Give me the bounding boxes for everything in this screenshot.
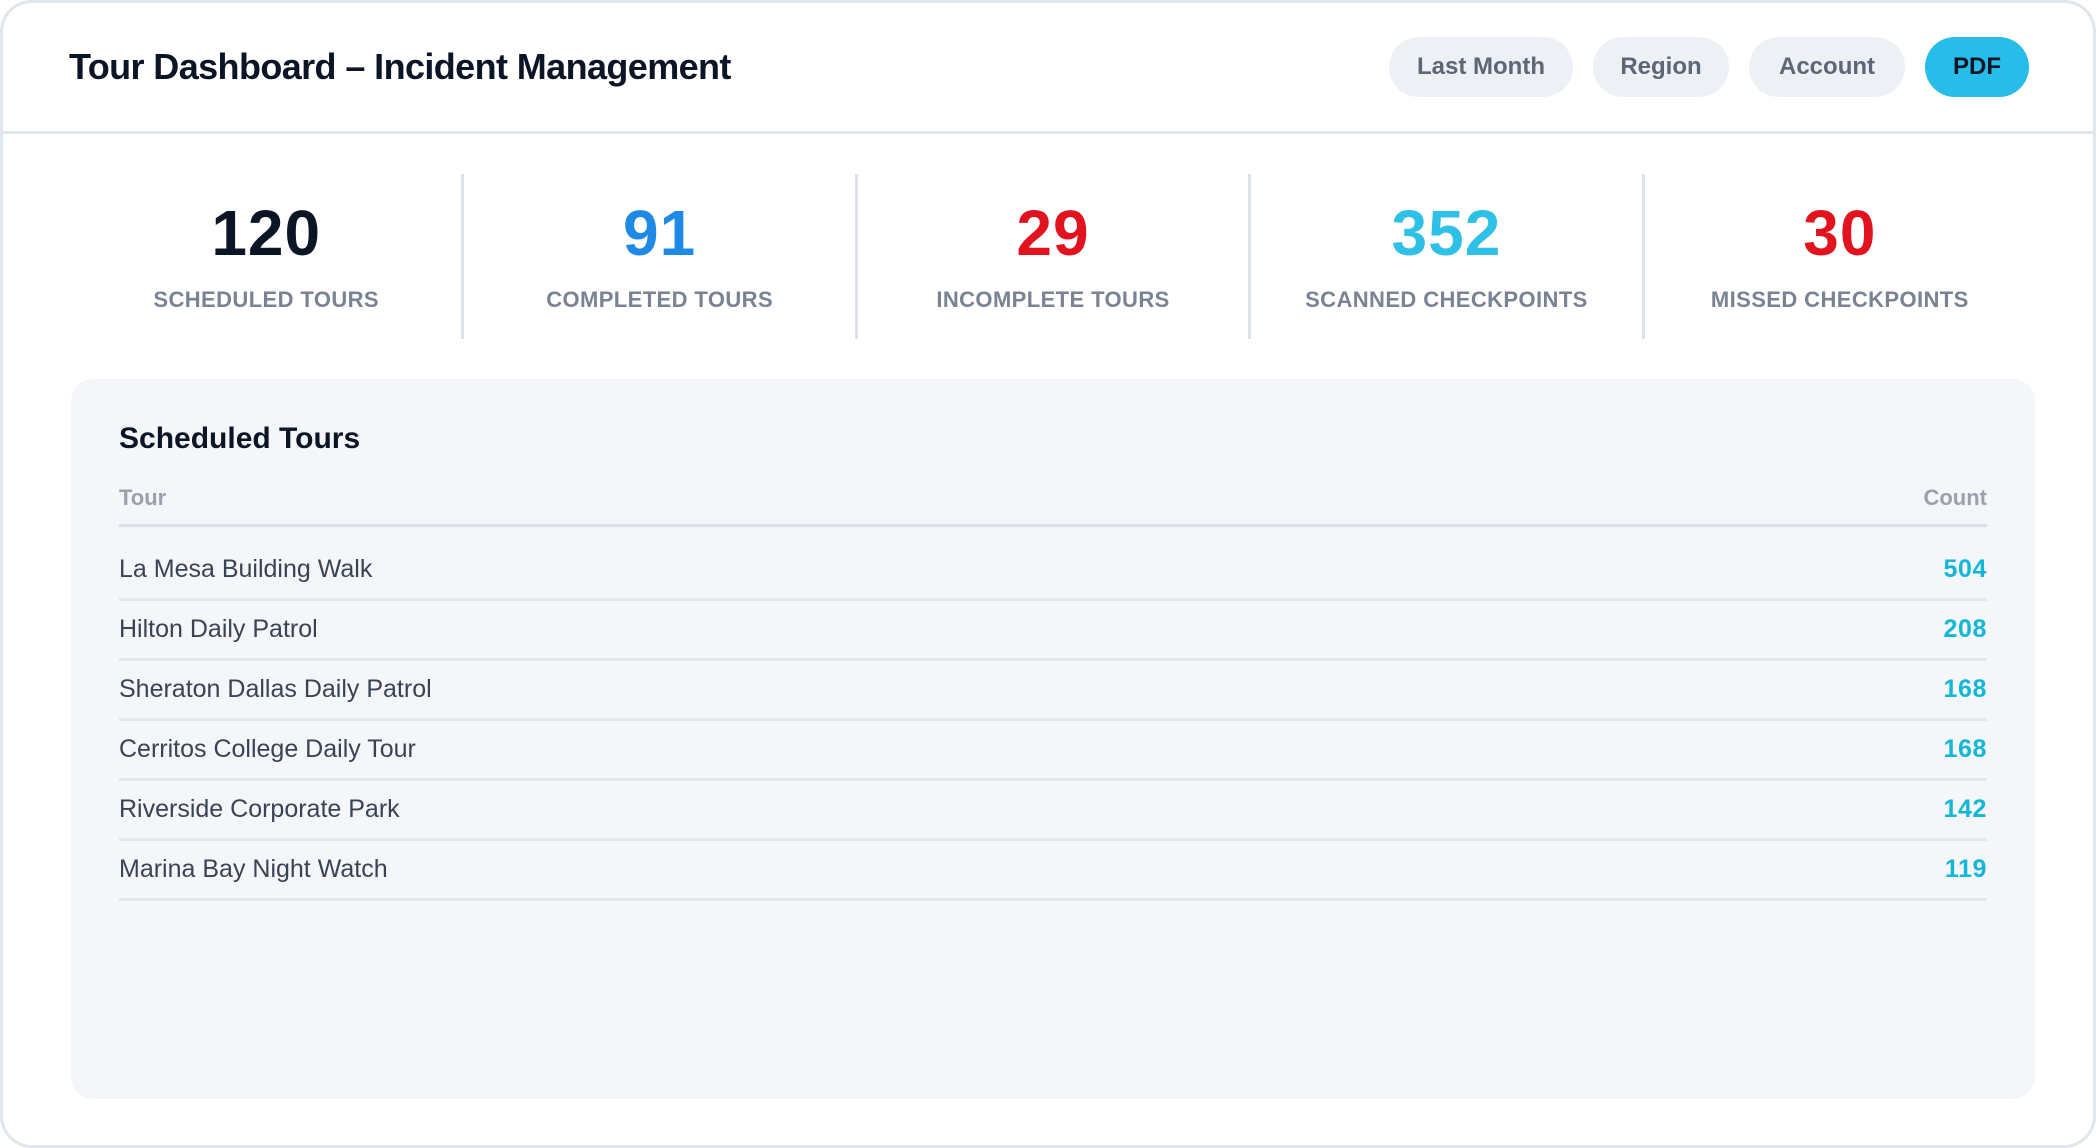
pdf-export-button[interactable]: PDF xyxy=(1925,37,2029,97)
dashboard-window: Tour Dashboard – Incident Management Las… xyxy=(0,0,2096,1148)
stat-value: 91 xyxy=(623,196,697,269)
stat-value: 29 xyxy=(1016,196,1090,269)
tour-name: La Mesa Building Walk xyxy=(119,555,373,583)
stat-value: 120 xyxy=(211,196,322,269)
tour-name: Riverside Corporate Park xyxy=(119,795,400,823)
region-filter-button[interactable]: Region xyxy=(1593,37,1729,97)
tour-count: 168 xyxy=(1943,675,1987,703)
stat-label: INCOMPLETE TOURS xyxy=(936,286,1170,312)
account-filter-button[interactable]: Account xyxy=(1749,37,1905,97)
tour-name: Sheraton Dallas Daily Patrol xyxy=(119,675,432,703)
tour-name: Hilton Daily Patrol xyxy=(119,615,318,643)
stat-missed-checkpoints: 30 MISSED CHECKPOINTS xyxy=(1645,174,2035,339)
tour-count: 208 xyxy=(1943,615,1987,643)
table-header: Tour Count xyxy=(119,477,1987,527)
stat-label: COMPLETED TOURS xyxy=(546,286,774,312)
stat-value: 30 xyxy=(1803,196,1877,269)
table-row[interactable]: Sheraton Dallas Daily Patrol 168 xyxy=(119,661,1987,721)
table-body: La Mesa Building Walk 504 Hilton Daily P… xyxy=(119,541,1987,901)
stat-label: MISSED CHECKPOINTS xyxy=(1710,286,1969,312)
last-month-filter-button[interactable]: Last Month xyxy=(1389,37,1573,97)
stat-scheduled-tours: 120 SCHEDULED TOURS xyxy=(71,174,465,339)
table-row[interactable]: Marina Bay Night Watch 119 xyxy=(119,841,1987,901)
column-header-count[interactable]: Count xyxy=(1923,485,1987,511)
tour-name: Marina Bay Night Watch xyxy=(119,855,388,883)
table-row[interactable]: Riverside Corporate Park 142 xyxy=(119,781,1987,841)
tour-count: 504 xyxy=(1943,555,1987,583)
column-header-tour[interactable]: Tour xyxy=(119,485,166,511)
table-row[interactable]: Cerritos College Daily Tour 168 xyxy=(119,721,1987,781)
tour-count: 119 xyxy=(1944,855,1987,883)
tour-count: 142 xyxy=(1943,795,1987,823)
panel-title: Scheduled Tours xyxy=(119,422,361,455)
scheduled-tours-panel: Scheduled Tours Tour Count La Mesa Build… xyxy=(71,379,2035,1099)
stat-label: SCANNED CHECKPOINTS xyxy=(1305,286,1588,312)
stat-value: 352 xyxy=(1391,196,1502,269)
stat-scanned-checkpoints: 352 SCANNED CHECKPOINTS xyxy=(1251,174,1645,339)
header: Tour Dashboard – Incident Management Las… xyxy=(3,3,2093,134)
stat-incomplete-tours: 29 INCOMPLETE TOURS xyxy=(858,174,1252,339)
table-row[interactable]: Hilton Daily Patrol 208 xyxy=(119,601,1987,661)
stat-completed-tours: 91 COMPLETED TOURS xyxy=(464,174,858,339)
tour-name: Cerritos College Daily Tour xyxy=(119,735,416,763)
stat-label: SCHEDULED TOURS xyxy=(153,286,380,312)
filter-bar: Last Month Region Account PDF xyxy=(1389,37,2029,97)
tour-count: 168 xyxy=(1943,735,1987,763)
stats-bar: 120 SCHEDULED TOURS 91 COMPLETED TOURS 2… xyxy=(71,174,2035,339)
page-title: Tour Dashboard – Incident Management xyxy=(69,46,731,87)
table-row[interactable]: La Mesa Building Walk 504 xyxy=(119,541,1987,601)
